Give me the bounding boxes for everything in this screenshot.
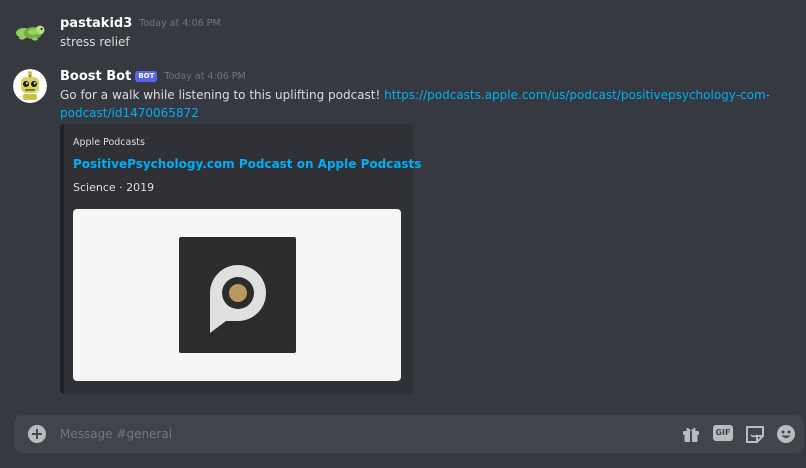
add-attachment-button[interactable]: + xyxy=(28,425,46,443)
bot-tag: BOT xyxy=(135,71,158,82)
embed-image[interactable] xyxy=(73,209,401,381)
username[interactable]: pastakid3 xyxy=(60,16,132,31)
message-input[interactable] xyxy=(60,415,660,453)
emoji-icon[interactable] xyxy=(776,424,796,444)
podcast-link-continued[interactable]: podcast/id1470065872 xyxy=(60,106,199,120)
timestamp: Today at 4:06 PM xyxy=(164,71,246,82)
message-composer: + GIF xyxy=(14,415,804,453)
robot-avatar-icon[interactable] xyxy=(13,69,47,103)
timestamp: Today at 4:06 PM xyxy=(139,18,221,29)
turtle-avatar-icon[interactable] xyxy=(14,18,46,48)
gift-icon[interactable] xyxy=(682,424,700,444)
sticker-icon[interactable] xyxy=(746,424,764,444)
embed-title[interactable]: PositivePsychology.com Podcast on Apple … xyxy=(73,157,421,171)
embed-provider[interactable]: Apple Podcasts xyxy=(73,137,145,148)
message-header: Boost Bot BOT Today at 4:06 PM xyxy=(60,69,246,84)
message-text: Go for a walk while listening to this up… xyxy=(60,88,385,102)
chat-window: pastakid3 Today at 4:06 PM stress relief… xyxy=(0,0,806,468)
message-content: Go for a walk while listening to this up… xyxy=(60,86,780,122)
gif-button[interactable]: GIF xyxy=(713,425,733,441)
username[interactable]: Boost Bot xyxy=(60,69,131,84)
podcast-link[interactable]: https://podcasts.apple.com/us/podcast/po… xyxy=(384,88,770,102)
positive-psychology-logo-icon xyxy=(179,237,296,353)
message-header: pastakid3 Today at 4:06 PM xyxy=(60,16,221,31)
message-content: stress relief xyxy=(60,35,130,49)
link-embed: Apple Podcasts PositivePsychology.com Po… xyxy=(60,124,421,394)
embed-description: Science · 2019 xyxy=(73,181,155,194)
